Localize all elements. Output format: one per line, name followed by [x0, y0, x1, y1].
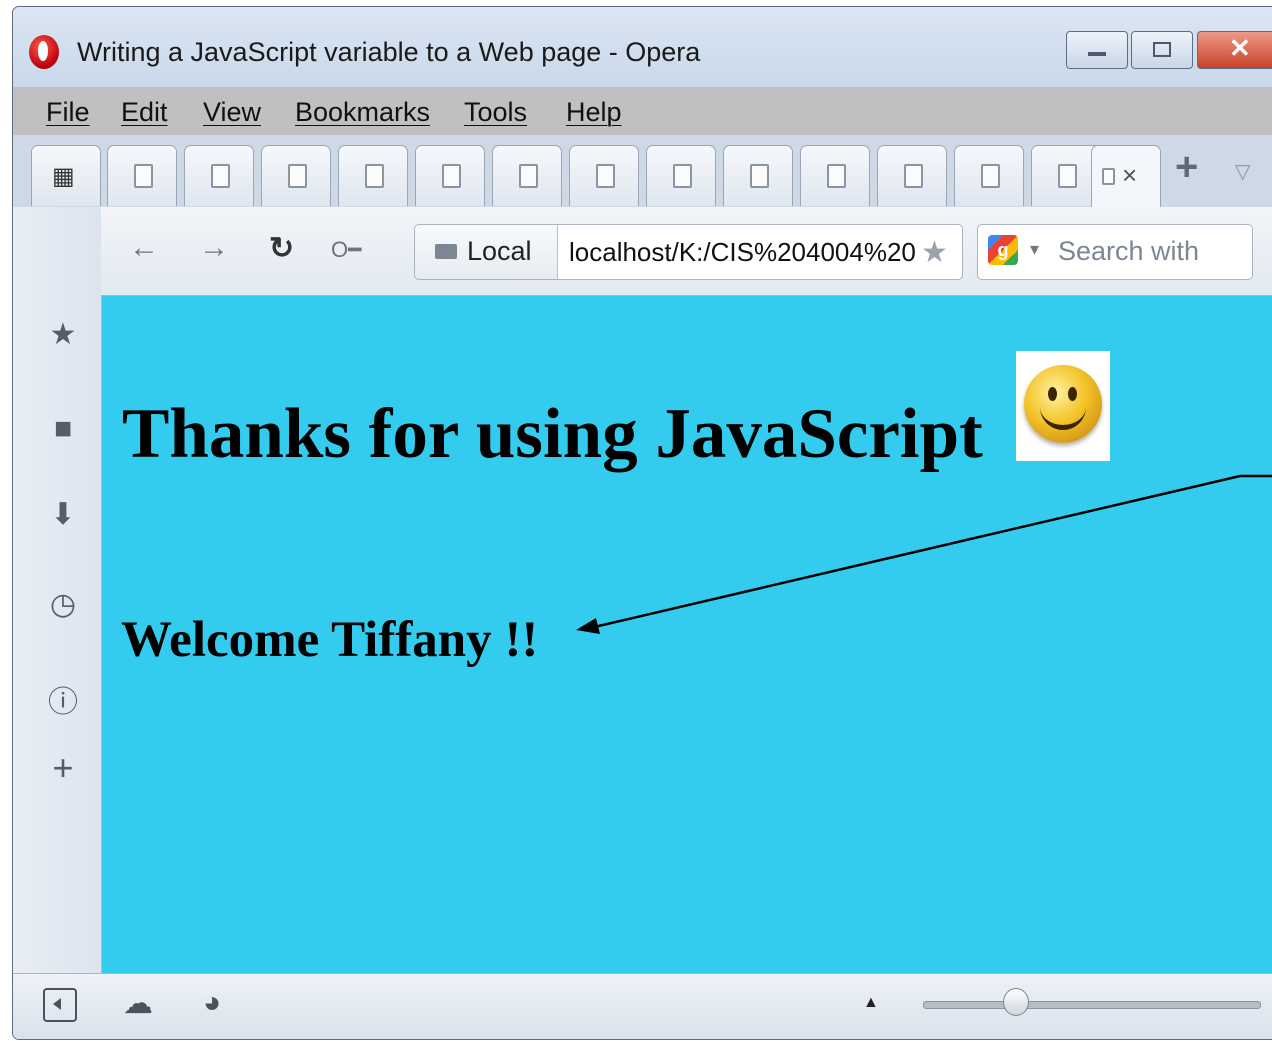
bookmark-star-icon[interactable]: ★ [921, 235, 948, 270]
back-icon[interactable]: ← [129, 231, 159, 265]
page-icon [673, 164, 692, 188]
opera-logo-icon [29, 35, 59, 69]
monitor-icon [435, 244, 457, 259]
tab-active[interactable]: × [1091, 145, 1161, 208]
info-icon[interactable]: ⓘ [45, 677, 81, 721]
tab-3[interactable] [261, 145, 331, 206]
tab-1[interactable] [107, 145, 177, 206]
tab-5[interactable] [415, 145, 485, 206]
page-icon [750, 164, 769, 188]
tab-7[interactable] [569, 145, 639, 206]
menu-edit[interactable]: Edit [121, 97, 168, 128]
panel-toggle-button[interactable] [43, 988, 77, 1022]
tab-8[interactable] [646, 145, 716, 206]
panel-sidebar: ★ ■ ⬇ ◷ ⓘ + [13, 207, 102, 973]
forward-icon[interactable]: → [199, 231, 229, 265]
tab-12[interactable] [954, 145, 1024, 206]
smiley-mouth [1040, 403, 1086, 430]
page-icon [904, 164, 923, 188]
address-toolbar: ← → ↻ O━ Local localhost/K:/CIS%204004%2… [101, 207, 1272, 296]
page-icon [365, 164, 384, 188]
smiley-face-icon [1024, 365, 1102, 443]
plus-icon[interactable]: + [45, 747, 81, 789]
history-icon[interactable]: ◷ [45, 587, 81, 622]
search-field[interactable]: g ▾ Search with [977, 224, 1253, 280]
smiley-image [1016, 351, 1110, 461]
menu-help[interactable]: Help [566, 97, 622, 128]
star-icon[interactable]: ★ [45, 317, 81, 352]
close-button[interactable]: ✕ [1197, 31, 1272, 69]
tab-menu-icon[interactable]: ▽ [1235, 159, 1250, 184]
page-icon [596, 164, 615, 188]
menu-bar: File Edit View Bookmarks Tools Help [13, 87, 1272, 135]
tab-10[interactable] [800, 145, 870, 206]
close-icon: ✕ [1229, 33, 1251, 63]
speedometer-icon[interactable]: ◕ [203, 986, 221, 1020]
browser-window: Writing a JavaScript variable to a Web p… [12, 6, 1272, 1040]
key-icon[interactable]: O━ [331, 237, 361, 263]
page-icon [1102, 168, 1115, 185]
page-icon [442, 164, 461, 188]
address-field[interactable]: Local localhost/K:/CIS%204004%20 ★ [414, 224, 963, 280]
download-icon[interactable]: ⬇ [45, 497, 81, 532]
badge-label: Local [467, 236, 532, 266]
search-placeholder[interactable]: Search with [1058, 236, 1199, 267]
page-icon [1058, 164, 1077, 188]
tab-6[interactable] [492, 145, 562, 206]
menu-view[interactable]: View [203, 97, 261, 128]
maximize-button[interactable] [1131, 31, 1193, 69]
zoom-arrow-icon[interactable]: ▲ [863, 994, 879, 1012]
welcome-message: Welcome Tiffany !! [121, 612, 539, 668]
tab-bar: ▦ × + ▽ [13, 135, 1272, 208]
web-page-content: Thanks for using JavaScript Welcome Tiff… [102, 296, 1272, 973]
zoom-slider-track[interactable] [923, 1001, 1261, 1009]
window-title: Writing a JavaScript variable to a Web p… [77, 37, 701, 67]
page-icon [981, 164, 1000, 188]
maximize-icon [1153, 42, 1171, 57]
smiley-eye [1048, 387, 1057, 401]
menu-bookmarks[interactable]: Bookmarks [295, 97, 430, 128]
google-icon[interactable]: g [988, 235, 1018, 265]
tab-2[interactable] [184, 145, 254, 206]
note-icon[interactable]: ■ [45, 412, 81, 446]
minimize-button[interactable] [1066, 31, 1128, 69]
zoom-slider-thumb[interactable] [1003, 988, 1029, 1016]
tab-9[interactable] [723, 145, 793, 206]
smiley-eye [1068, 387, 1077, 401]
status-bar: ☁ ◕ ▲ [13, 973, 1272, 1039]
menu-tools[interactable]: Tools [464, 97, 527, 128]
page-heading: Thanks for using JavaScript [122, 395, 983, 473]
reload-icon[interactable]: ↻ [269, 231, 294, 266]
security-badge[interactable]: Local [415, 225, 558, 279]
add-tab-button[interactable]: + [1175, 145, 1198, 190]
page-icon [134, 164, 153, 188]
page-icon [288, 164, 307, 188]
minimize-icon [1088, 52, 1106, 56]
page-icon [827, 164, 846, 188]
cloud-icon[interactable]: ☁ [123, 986, 153, 1021]
chevron-down-icon[interactable]: ▾ [1030, 239, 1039, 260]
page-icon [211, 164, 230, 188]
page-icon [519, 164, 538, 188]
speed-dial-tab[interactable]: ▦ [31, 145, 101, 206]
menu-file[interactable]: File [46, 97, 90, 128]
tab-4[interactable] [338, 145, 408, 206]
title-bar: Writing a JavaScript variable to a Web p… [13, 7, 1272, 87]
grid-icon: ▦ [52, 163, 75, 190]
url-text[interactable]: localhost/K:/CIS%204004%20 [569, 237, 916, 268]
tab-close-icon[interactable]: × [1122, 160, 1137, 191]
tab-11[interactable] [877, 145, 947, 206]
